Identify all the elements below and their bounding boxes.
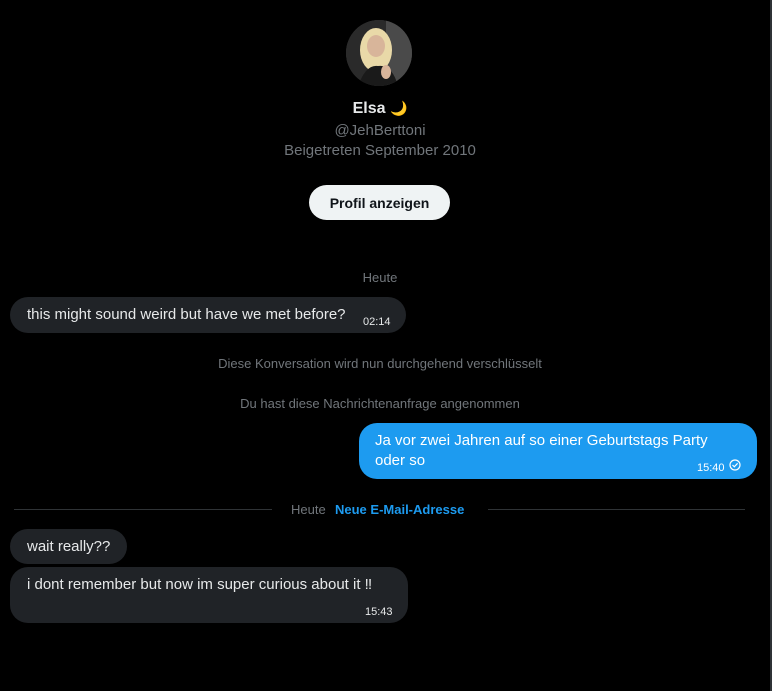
message-text: wait really??: [27, 538, 111, 555]
incoming-message[interactable]: i dont remember but now im super curious…: [10, 567, 408, 623]
request-accepted-notice: Du hast diese Nachrichtenanfrage angenom…: [240, 396, 520, 411]
avatar[interactable]: [346, 20, 412, 86]
incoming-message[interactable]: this might sound weird but have we met b…: [10, 297, 406, 333]
moon-icon: 🌙: [389, 100, 408, 116]
message-time: 02:14: [363, 316, 391, 328]
divider-line-right: [488, 509, 745, 510]
message-text: i dont remember but now im super curious…: [27, 576, 373, 593]
message-time: 15:40: [697, 462, 725, 474]
message-text: this might sound weird but have we met b…: [27, 306, 346, 323]
message-text-line1: Ja vor zwei Jahren auf so einer Geburtst…: [375, 432, 708, 449]
incoming-message[interactable]: wait really??: [10, 529, 127, 564]
profile-joined-date: Beigetreten September 2010: [284, 142, 476, 159]
profile-handle: @JehBerttoni: [334, 122, 426, 139]
view-profile-button[interactable]: Profil anzeigen: [309, 185, 450, 220]
profile-name: Elsa 🌙: [0, 100, 760, 118]
message-text-line2: oder so: [375, 452, 426, 469]
message-time: 15:43: [365, 606, 393, 618]
read-check-icon: [729, 459, 741, 471]
divider-label: Heute: [291, 502, 326, 517]
divider-line-left: [14, 509, 272, 510]
encryption-notice: Diese Konversation wird nun durchgehend …: [218, 356, 542, 371]
profile-name-text: Elsa: [352, 100, 386, 117]
outgoing-message[interactable]: Ja vor zwei Jahren auf so einer Geburtst…: [359, 423, 757, 479]
new-email-link[interactable]: Neue E-Mail-Adresse: [335, 502, 464, 517]
date-label: Heute: [362, 270, 398, 285]
avatar-image: [346, 20, 412, 86]
